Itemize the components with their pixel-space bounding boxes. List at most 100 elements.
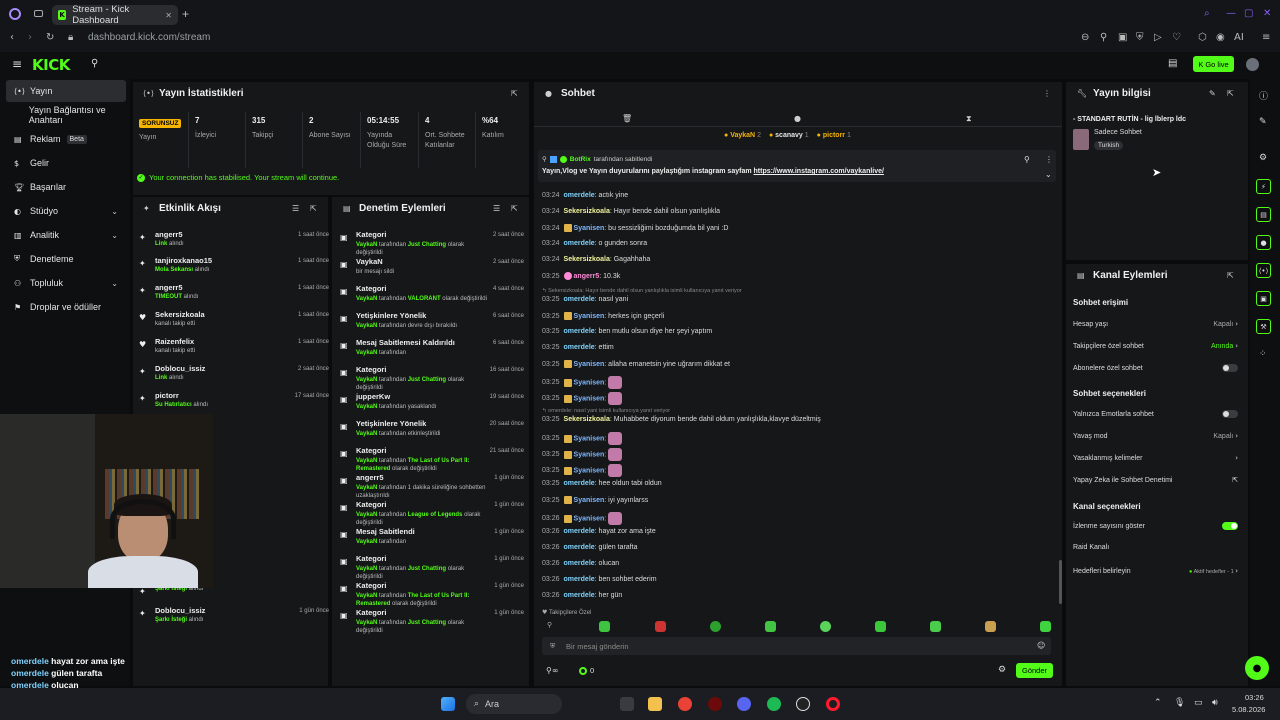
clock-date[interactable]: 5.08.2026	[1232, 705, 1265, 714]
chat-username[interactable]: omerdele	[564, 560, 595, 567]
zoom-icon[interactable]: ⊖	[1081, 32, 1089, 43]
play-icon[interactable]: ▷	[1154, 32, 1162, 43]
chat-message[interactable]: 03:26 omerdele: ben sohbet ederim	[542, 576, 657, 583]
avatar[interactable]	[1246, 58, 1259, 71]
pin-sidebar-icon[interactable]: ⚲	[91, 58, 98, 69]
emote-7[interactable]	[875, 621, 886, 632]
tray-chevron-icon[interactable]: ⌃	[1154, 698, 1162, 708]
obs-icon[interactable]	[796, 697, 810, 711]
chat-username[interactable]: Syanisen	[574, 467, 605, 474]
rail-stats-icon[interactable]: ⚡	[1256, 179, 1271, 194]
chat-message[interactable]: 03:25 Sekersizkoala: Muhabbete diyorum be…	[542, 416, 821, 423]
tab-switcher-icon[interactable]	[34, 10, 43, 17]
emote-10[interactable]	[1040, 621, 1051, 632]
chat-message[interactable]: 03:25 omerdele: ettim	[542, 344, 614, 351]
chat-viewer[interactable]: ● VaykaN 2	[724, 132, 761, 139]
ai-moderation-row[interactable]: Yapay Zeka ile Sohbet Denetimi ⇱	[1073, 476, 1238, 484]
popout-channel-actions-icon[interactable]: ⇱	[1227, 271, 1234, 280]
chat-message[interactable]: 03:26 omerdele: her gün	[542, 592, 622, 599]
url-field[interactable]: dashboard.kick.com/stream	[88, 32, 210, 43]
chat-message[interactable]: 03:25 angerr5: 10.3k	[542, 272, 620, 280]
rail-broadcast-icon[interactable]: ⟨•⟩	[1256, 263, 1271, 278]
chat-message[interactable]: 03:25 Syanisen:	[542, 464, 623, 477]
emoji-picker-icon[interactable]: ☺	[1037, 641, 1045, 650]
chat-username[interactable]: omerdele	[564, 528, 595, 535]
slow-mode-row[interactable]: Yavaş mod Kapalı ›	[1073, 432, 1238, 440]
heart-icon[interactable]: ♡	[1172, 32, 1181, 43]
chat-username[interactable]: omerdele	[564, 576, 595, 583]
chat-bubble-icon[interactable]: ●	[794, 114, 801, 123]
tab-stream-dashboard[interactable]: K Stream - Kick Dashboard ✕	[52, 4, 178, 26]
filter-activity-icon[interactable]: ☰	[292, 204, 299, 213]
unpin-icon[interactable]: ⚲	[1024, 155, 1030, 164]
followers-chat-row[interactable]: Takipçilere özel sohbet Anında ›	[1073, 342, 1238, 350]
chat-message[interactable]: 03:26 Syanisen:	[542, 512, 623, 525]
sidebar-item-1[interactable]: Yayın Bağlantısı ve Anahtarı	[0, 104, 128, 126]
raid-row[interactable]: Raid Kanalı	[1073, 544, 1238, 551]
chat-username[interactable]: omerdele	[564, 240, 595, 247]
file-explorer-icon[interactable]	[648, 697, 662, 711]
chat-viewer[interactable]: ● pictorr 1	[817, 132, 851, 139]
taskbar-search[interactable]: ⌕ Ara	[466, 694, 562, 714]
chat-viewer[interactable]: ● scanavy 1	[769, 132, 809, 139]
chat-message[interactable]: 03:25 Syanisen:	[542, 448, 623, 461]
info-icon[interactable]: ⓘ	[1259, 89, 1268, 102]
sidebar-item-9[interactable]: ⚑ Droplar ve ödüller	[0, 296, 128, 318]
task-view-icon[interactable]	[620, 697, 634, 711]
rail-wrench-icon[interactable]: ⚒	[1256, 319, 1271, 334]
discord-icon[interactable]	[737, 697, 751, 711]
pinned-link[interactable]: https://www.instagram.com/vaykanlive/	[754, 168, 884, 175]
chat-username[interactable]: Syanisen	[574, 379, 605, 386]
expand-pinned-icon[interactable]: ⌄	[1045, 170, 1052, 179]
chat-message[interactable]: 03:25 Syanisen:	[542, 432, 623, 445]
chat-message[interactable]: 03:25 omerdele: ben mutlu olsun diye her …	[542, 328, 712, 335]
go-live-button[interactable]: K Go live	[1193, 56, 1234, 72]
trash-icon[interactable]: 🗑︎	[622, 114, 632, 123]
minimize-button[interactable]: —	[1226, 8, 1236, 19]
chat-message[interactable]: 03:26 omerdele: gülen tarafta	[542, 544, 637, 551]
emote-1[interactable]: ⚲	[547, 621, 558, 632]
sidebar-item-2[interactable]: ▤ Reklam Beta	[0, 128, 128, 150]
chat-username[interactable]: Sekersizkoala	[564, 256, 610, 263]
windows-start-icon[interactable]	[441, 697, 455, 711]
chat-username[interactable]: omerdele	[564, 296, 595, 303]
chat-username[interactable]: omerdele	[564, 480, 595, 487]
chat-message[interactable]: 03:24 omerdele: actık yine	[542, 192, 628, 199]
chat-message[interactable]: 03:25 omerdele: nasıl yani	[542, 296, 628, 303]
edit-info-icon[interactable]: ✎	[1209, 89, 1216, 98]
emote-8[interactable]	[930, 621, 941, 632]
edit-rail-icon[interactable]: ✎	[1259, 117, 1267, 127]
chat-message[interactable]: 03:26 omerdele: hayat zor ama işte	[542, 528, 656, 535]
sidebar-item-3[interactable]: $ Gelir	[0, 152, 128, 174]
sidebar-item-6[interactable]: ▥ Analitik ⌄	[0, 224, 128, 246]
chat-username[interactable]: Syanisen	[574, 451, 605, 458]
chat-settings-icon[interactable]: ⚙	[998, 665, 1006, 675]
emote-9[interactable]	[985, 621, 996, 632]
help-chat-button[interactable]: ●	[1245, 656, 1269, 680]
chat-message[interactable]: 03:25 omerdele: hee oldun tabi oldun	[542, 480, 662, 487]
chat-username[interactable]: Sekersizkoala	[564, 208, 610, 215]
chat-scrollbar[interactable]	[1059, 560, 1062, 604]
banned-words-row[interactable]: Yasaklanmış kelimeler ›	[1073, 454, 1238, 462]
chat-message[interactable]: 03:24 Sekersizkoala: Gagahhaha	[542, 256, 650, 263]
snapshot-icon[interactable]: ▣	[1118, 32, 1127, 43]
network-icon[interactable]: ▭	[1194, 698, 1203, 708]
sidebar-item-5[interactable]: ◐ Stüdyo ⌄	[0, 200, 128, 222]
popout-activity-icon[interactable]: ⇱	[310, 204, 317, 213]
hamburger-icon[interactable]: ≡	[12, 57, 22, 71]
opera-taskbar-icon[interactable]	[826, 697, 840, 711]
layout-rail-icon[interactable]: ⚙	[1259, 153, 1267, 163]
emote-3[interactable]	[655, 621, 666, 632]
chat-username[interactable]: omerdele	[564, 192, 595, 199]
chat-username[interactable]: omerdele	[564, 544, 595, 551]
chat-message[interactable]: 03:25 Syanisen:	[542, 392, 623, 405]
mic-icon[interactable]: 🎙︎	[1174, 698, 1185, 708]
ai-button[interactable]: AI	[1234, 32, 1244, 43]
filter-moderation-icon[interactable]: ☰	[493, 204, 500, 213]
popout-stats-icon[interactable]: ⇱	[511, 89, 518, 98]
app-red-icon[interactable]	[708, 697, 722, 711]
opera-icon[interactable]	[9, 8, 21, 20]
chat-username[interactable]: Syanisen	[574, 225, 605, 232]
pinned-options-icon[interactable]: ⋮	[1045, 155, 1053, 164]
chat-username[interactable]: Syanisen	[574, 435, 605, 442]
